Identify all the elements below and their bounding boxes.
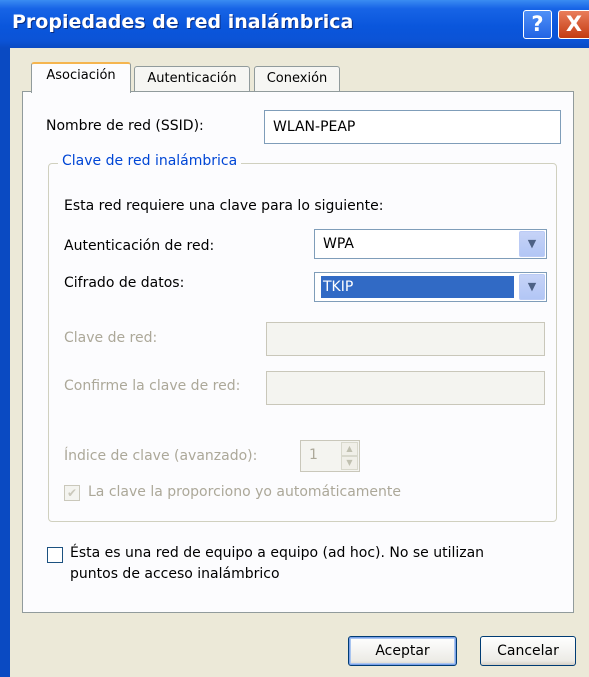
auto-key-label: La clave la proporciono yo automáticamen…	[88, 484, 402, 500]
confirm-key-label: Confirme la clave de red:	[64, 378, 241, 394]
ssid-value: WLAN-PEAP	[273, 119, 356, 135]
key-index-label: Índice de clave (avanzado):	[64, 448, 258, 464]
ok-button[interactable]: Aceptar	[348, 636, 457, 666]
data-encryption-label: Cifrado de datos:	[64, 275, 185, 291]
data-encryption-value: TKIP	[321, 276, 514, 298]
ok-button-label: Aceptar	[375, 643, 430, 659]
chevron-down-icon[interactable]: ▼	[519, 274, 545, 300]
adhoc-label-line1: Ésta es una red de equipo a equipo (ad h…	[70, 545, 485, 561]
key-index-value: 1	[309, 447, 318, 463]
network-key-field[interactable]	[266, 322, 545, 356]
group-title: Clave de red inalámbrica	[58, 153, 242, 169]
data-encryption-select[interactable]: TKIP ▼	[314, 272, 547, 302]
cancel-button-label: Cancelar	[497, 643, 559, 659]
cancel-button[interactable]: Cancelar	[480, 636, 576, 666]
key-index-stepper[interactable]: 1 ▲ ▼	[300, 440, 360, 472]
confirm-key-field[interactable]	[266, 371, 545, 405]
ssid-field[interactable]: WLAN-PEAP	[264, 110, 561, 144]
network-auth-select[interactable]: WPA ▼	[314, 229, 547, 259]
ssid-label: Nombre de red (SSID):	[46, 118, 204, 134]
checkmark-icon: ✔	[66, 486, 78, 500]
adhoc-checkbox[interactable]	[47, 547, 63, 563]
auto-key-checkbox[interactable]: ✔	[64, 485, 80, 501]
key-requirement-text: Esta red requiere una clave para lo sigu…	[64, 198, 384, 214]
triangle-up-icon[interactable]: ▲	[341, 442, 358, 456]
network-key-label: Clave de red:	[64, 330, 158, 346]
network-auth-label: Autenticación de red:	[64, 238, 215, 254]
triangle-down-icon[interactable]: ▼	[341, 456, 358, 470]
adhoc-label-line2: puntos de acceso inalámbrico	[70, 566, 280, 582]
chevron-down-icon[interactable]: ▼	[519, 231, 545, 257]
network-auth-value: WPA	[323, 236, 354, 252]
